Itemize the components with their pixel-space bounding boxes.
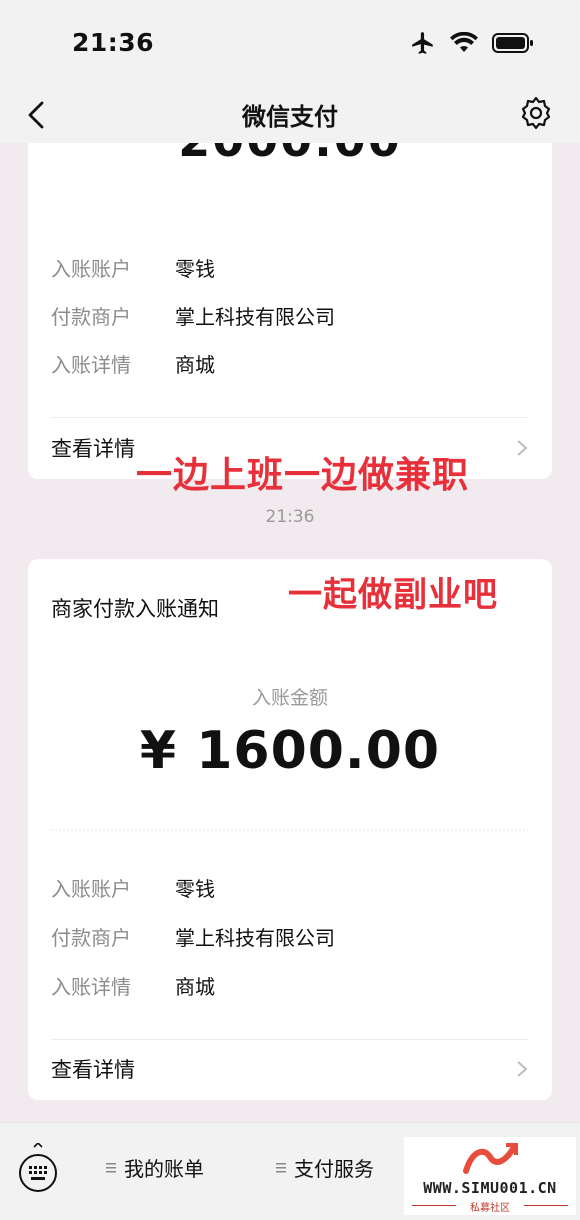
wifi-icon: [450, 32, 478, 52]
view-details-link[interactable]: 查看详情: [51, 1049, 529, 1089]
status-icons: [410, 30, 534, 56]
row-value: 掌上科技有限公司: [175, 305, 335, 329]
watermark: WWW.SIMU001.CN 私募社区: [404, 1137, 576, 1215]
row-value: 商城: [175, 975, 215, 999]
chevron-right-icon: [517, 1061, 528, 1077]
divider: [51, 417, 529, 418]
divider: [51, 829, 529, 831]
amount-value: ¥ 1600.00: [139, 721, 441, 781]
row-label: 入账详情: [51, 353, 131, 377]
menu-payment-services[interactable]: 支付服务: [276, 1153, 374, 1182]
row-label: 入账账户: [51, 877, 131, 901]
view-details-label: 查看详情: [51, 437, 135, 461]
keyboard-icon[interactable]: [16, 1143, 60, 1195]
card-title: 商家付款入账通知: [51, 597, 219, 621]
chevron-right-icon: [517, 440, 528, 456]
detail-row: 入账详情 商城: [51, 971, 215, 1000]
menu-lines-icon: [106, 1162, 116, 1172]
detail-row: 入账账户 零钱: [51, 873, 215, 902]
message-timestamp: 21:36: [265, 507, 315, 527]
amount-partial: 2000.00: [28, 143, 552, 167]
battery-icon: [492, 33, 533, 53]
divider: [51, 1039, 529, 1040]
payment-card-previous: 2000.00 入账账户 零钱 付款商户 掌上科技有限公司 入账详情 商城 查看…: [28, 143, 552, 479]
gear-icon[interactable]: [518, 95, 554, 131]
row-label: 入账账户: [51, 257, 131, 281]
view-details-label: 查看详情: [51, 1058, 135, 1082]
page-title: 微信支付: [242, 103, 338, 131]
status-time: 21:36: [72, 28, 155, 57]
menu-label: 支付服务: [294, 1157, 374, 1181]
payment-card: 商家付款入账通知 入账金额 ¥ 1600.00 入账账户 零钱 付款商户 掌上科…: [28, 559, 552, 1100]
overlay-caption: 一起做副业吧: [288, 575, 498, 615]
row-label: 付款商户: [51, 305, 131, 329]
row-value: 商城: [175, 353, 215, 377]
amount-label: 入账金额: [251, 687, 328, 709]
airplane-icon: [412, 32, 433, 54]
menu-lines-icon: [276, 1162, 286, 1172]
row-label: 付款商户: [51, 926, 131, 950]
divider: [524, 1205, 568, 1206]
watermark-subtitle: 私募社区: [470, 1203, 510, 1214]
watermark-url: WWW.SIMU001.CN: [423, 1179, 557, 1197]
row-value: 掌上科技有限公司: [175, 926, 335, 950]
detail-row: 付款商户 掌上科技有限公司: [51, 922, 335, 951]
logo-icon: [463, 1143, 518, 1174]
row-value: 零钱: [175, 877, 215, 901]
detail-row: 入账账户 零钱: [51, 253, 215, 282]
overlay-caption: 一边上班一边做兼职: [136, 455, 470, 496]
status-bar: 21:36: [0, 0, 580, 85]
detail-row: 付款商户 掌上科技有限公司: [51, 301, 335, 330]
row-label: 入账详情: [51, 975, 131, 999]
row-value: 零钱: [175, 257, 215, 281]
detail-row: 入账详情 商城: [51, 349, 215, 378]
nav-bar: 微信支付: [0, 85, 580, 143]
menu-my-bills[interactable]: 我的账单: [106, 1153, 204, 1182]
menu-label: 我的账单: [124, 1157, 204, 1181]
